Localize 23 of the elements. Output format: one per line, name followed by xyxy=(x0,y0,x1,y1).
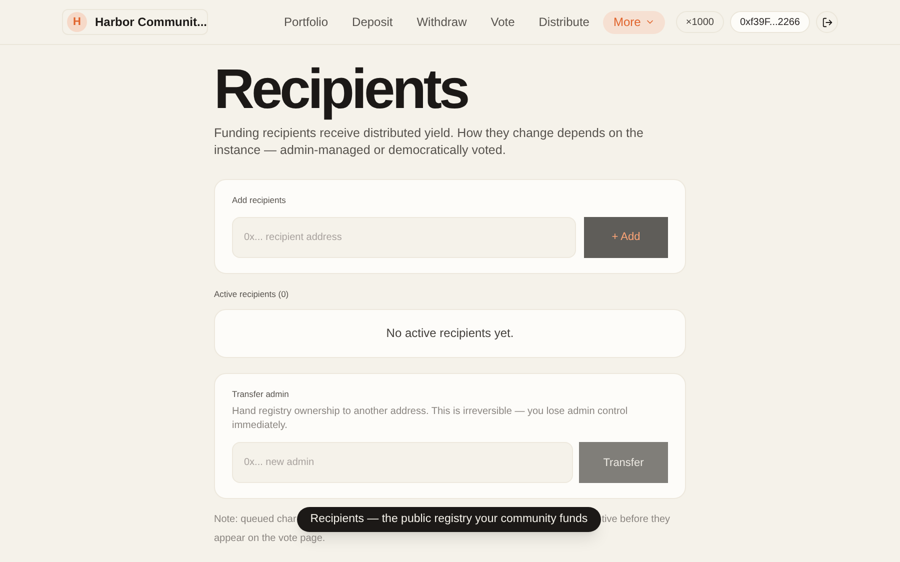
nav-tab[interactable]: Vote xyxy=(480,10,525,34)
nav-tab[interactable]: Distribute xyxy=(528,10,600,34)
section-label: Transfer admin xyxy=(232,388,290,400)
organization-avatar: H xyxy=(67,12,87,32)
nav-tab[interactable]: Portfolio xyxy=(274,10,338,34)
logout-button[interactable] xyxy=(816,11,838,33)
page-title: Recipients xyxy=(214,57,469,121)
multiplier-badge: ×1000 xyxy=(676,11,724,33)
nav-tab[interactable]: Deposit xyxy=(342,10,403,34)
empty-state: No active recipients yet. xyxy=(214,308,686,358)
nav-tab[interactable]: Withdraw xyxy=(406,10,477,34)
section-label: Active recipients (0) xyxy=(214,288,290,300)
wallet-address-button[interactable]: 0xf39F...2266 xyxy=(730,11,810,33)
section-label: Add recipients xyxy=(232,194,287,207)
page-subtitle: Funding recipients receive distributed yield. How they change depends on the instance — admin-managed or democratically voted. xyxy=(214,125,644,159)
transfer-description: Hand registry ownership to another address. This is irreversible — you lose admin control immediately. xyxy=(232,405,629,434)
note-text: Note: queued char xyxy=(214,513,296,526)
note-text: tive before they xyxy=(602,513,670,526)
organization-switcher[interactable]: H Harbor Communit... xyxy=(62,9,208,35)
note-text: appear on the vote page. xyxy=(214,532,326,546)
logout-icon xyxy=(822,16,832,28)
organization-name: Harbor Communit... xyxy=(95,14,208,31)
tooltip: Recipients — the public registry your community funds xyxy=(297,507,601,532)
